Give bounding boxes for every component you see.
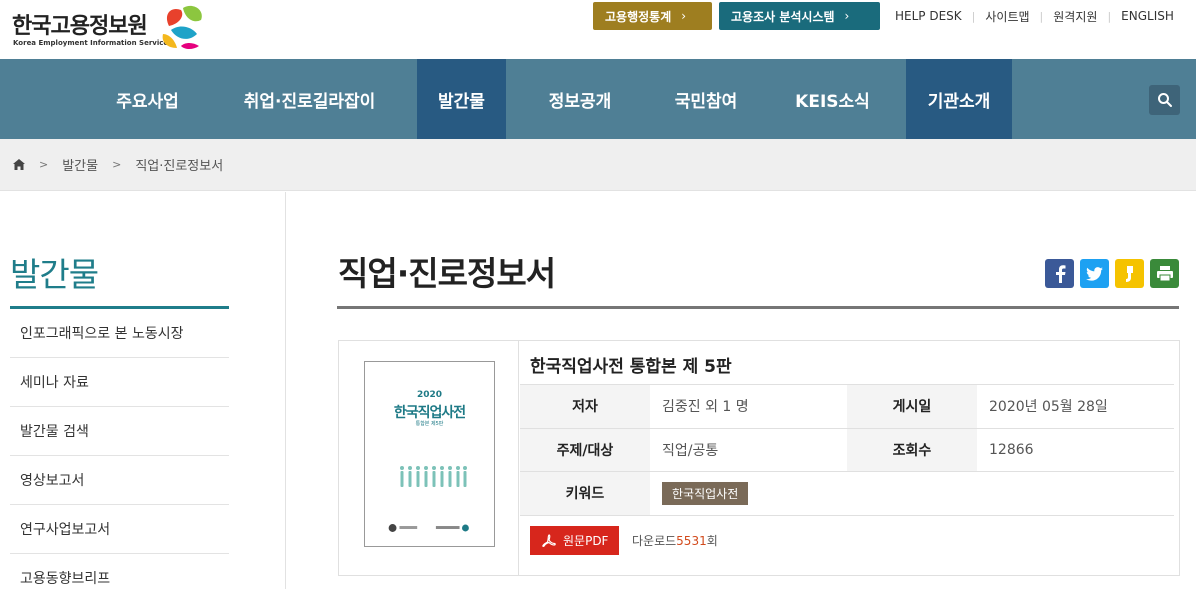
pdf-button-label: 원문PDF <box>563 534 609 548</box>
logo-subtext: Korea Employment Information Service <box>13 39 169 47</box>
table-row: 주제/대상 직업/공통 조회수 12866 <box>520 428 1174 472</box>
facebook-icon <box>1055 264 1065 283</box>
breadcrumb-current[interactable]: 직업·진로정보서 <box>135 155 223 174</box>
chevron-right-icon: › <box>844 9 850 23</box>
facebook-share-button[interactable] <box>1045 259 1074 288</box>
analysis-system-label: 고용조사 분석시스템 <box>731 9 835 24</box>
people-illustration-icon <box>400 466 467 487</box>
kakaostory-icon <box>1125 265 1133 282</box>
kakaostory-share-button[interactable] <box>1115 259 1144 288</box>
main-navigation: 주요사업 취업·진로길라잡이 발간물 정보공개 국민참여 KEIS소식 기관소개 <box>0 59 1196 139</box>
table-row: 저자 김중진 외 1 명 게시일 2020년 05월 28일 <box>520 385 1174 429</box>
logo-text: 한국고용정보원 <box>12 14 148 39</box>
chevron-right-icon: › <box>681 9 687 23</box>
author-value: 김중진 외 1 명 <box>650 385 847 429</box>
analysis-system-button[interactable]: 고용조사 분석시스템 › <box>719 2 880 30</box>
publication-card: 2020 한국직업사전 통합본 제5판 한국직업사전 통합본 제 5판 저자 김… <box>338 340 1180 576</box>
pdf-icon <box>542 533 556 547</box>
views-value: 12866 <box>977 428 1174 472</box>
help-desk-link[interactable]: HELP DESK <box>885 9 972 23</box>
cover-subtitle: 통합본 제5판 <box>415 421 444 427</box>
cover-publisher-logos-icon <box>388 524 469 532</box>
logo-mark-icon <box>162 5 202 49</box>
download-count: 다운로드5531회 <box>632 532 718 549</box>
english-link[interactable]: ENGLISH <box>1111 9 1184 23</box>
utility-links: HELP DESK | 사이트맵 | 원격지원 | ENGLISH <box>885 2 1184 30</box>
sidebar-item-video-report[interactable]: 영상보고서 <box>10 456 229 505</box>
cover-title: 한국직업사전 <box>393 405 466 421</box>
sidebar-item-employment-brief[interactable]: 고용동향브리프 <box>10 554 229 589</box>
breadcrumb: > 발간물 > 직업·진로정보서 <box>0 139 1196 191</box>
cover-year: 2020 <box>416 390 443 400</box>
book-cover-image[interactable]: 2020 한국직업사전 통합본 제5판 <box>364 361 495 547</box>
nav-item-about[interactable]: 기관소개 <box>906 59 1012 139</box>
keyword-cell: 한국직업사전 <box>650 471 1174 516</box>
twitter-icon <box>1086 266 1103 281</box>
breadcrumb-publications[interactable]: 발간물 <box>62 155 98 174</box>
sidebar: 발간물 인포그래픽으로 본 노동시장 세미나 자료 발간물 검색 영상보고서 연… <box>0 192 286 589</box>
pdf-download-button[interactable]: 원문PDF <box>530 526 619 555</box>
search-button[interactable] <box>1149 85 1180 115</box>
title-divider <box>337 306 1179 309</box>
views-label: 조회수 <box>847 428 977 472</box>
page-title: 직업·진로정보서 <box>338 254 556 293</box>
sidebar-item-research-report[interactable]: 연구사업보고서 <box>10 505 229 554</box>
sidebar-item-seminar[interactable]: 세미나 자료 <box>10 358 229 407</box>
subject-value: 직업/공통 <box>650 428 847 472</box>
print-button[interactable] <box>1150 259 1179 288</box>
employment-stats-label: 고용행정통계 <box>605 9 672 24</box>
site-logo[interactable]: 한국고용정보원 Korea Employment Information Ser… <box>12 4 212 52</box>
download-suffix: 회 <box>706 534 718 548</box>
date-value: 2020년 05월 28일 <box>977 385 1174 429</box>
sidebar-item-search[interactable]: 발간물 검색 <box>10 407 229 456</box>
chevron-right-icon: > <box>39 158 49 171</box>
keyword-label: 키워드 <box>520 471 650 516</box>
employment-stats-button[interactable]: 고용행정통계 › <box>593 2 712 30</box>
nav-item-main-business[interactable]: 주요사업 <box>95 59 200 139</box>
nav-item-career-guide[interactable]: 취업·진로길라잡이 <box>222 59 397 139</box>
sidebar-menu: 인포그래픽으로 본 노동시장 세미나 자료 발간물 검색 영상보고서 연구사업보… <box>10 309 229 589</box>
publication-title[interactable]: 한국직업사전 통합본 제 5판 <box>530 352 732 377</box>
search-icon <box>1157 93 1172 107</box>
remote-support-link[interactable]: 원격지원 <box>1043 8 1107 25</box>
nav-item-information-disclosure[interactable]: 정보공개 <box>525 59 635 139</box>
top-bar: 한국고용정보원 Korea Employment Information Ser… <box>0 0 1196 59</box>
nav-item-public-participation[interactable]: 국민참여 <box>652 59 760 139</box>
print-icon <box>1156 266 1173 282</box>
cover-area: 2020 한국직업사전 통합본 제5판 <box>339 341 519 575</box>
table-row: 키워드 한국직업사전 <box>520 471 1174 516</box>
subject-label: 주제/대상 <box>520 428 650 472</box>
home-icon[interactable] <box>13 159 25 170</box>
download-number: 5531 <box>676 534 707 548</box>
publication-info-table: 저자 김중진 외 1 명 게시일 2020년 05월 28일 주제/대상 직업/… <box>520 385 1174 516</box>
date-label: 게시일 <box>847 385 977 429</box>
keyword-tag[interactable]: 한국직업사전 <box>662 481 749 505</box>
sitemap-link[interactable]: 사이트맵 <box>975 8 1039 25</box>
nav-item-publications[interactable]: 발간물 <box>417 59 506 139</box>
twitter-share-button[interactable] <box>1080 259 1109 288</box>
chevron-right-icon: > <box>112 158 122 171</box>
nav-item-keis-news[interactable]: KEIS소식 <box>780 59 885 139</box>
author-label: 저자 <box>520 385 650 429</box>
sidebar-title: 발간물 <box>10 255 99 294</box>
download-prefix: 다운로드 <box>632 534 677 548</box>
sidebar-item-infographic[interactable]: 인포그래픽으로 본 노동시장 <box>10 309 229 358</box>
